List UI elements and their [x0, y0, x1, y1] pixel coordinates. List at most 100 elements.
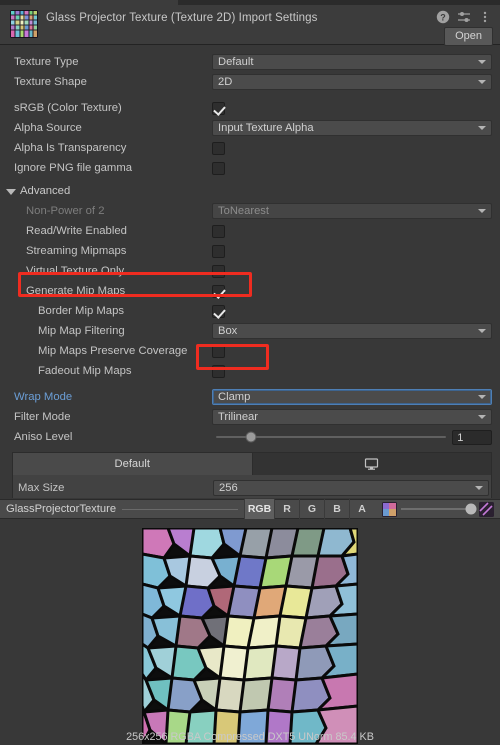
row-aniso-level: Aniso Level 1 [0, 427, 500, 447]
preview-asset-name: GlassProjectorTexture [6, 503, 117, 515]
label-texture-type: Texture Type [14, 56, 79, 68]
chevron-down-icon [475, 486, 483, 490]
row-mip-map-filtering: Mip Map Filtering Box [0, 321, 500, 341]
non-power-of-2-value: ToNearest [218, 205, 269, 217]
svg-text:?: ? [440, 12, 446, 22]
max-size-value: 256 [219, 482, 238, 494]
filter-mode-value: Trilinear [218, 411, 258, 423]
monitor-icon [365, 458, 379, 470]
mip-map-filtering-value: Box [218, 325, 238, 337]
checker-alpha-icon[interactable] [479, 501, 494, 517]
ignore-png-gamma-checkbox[interactable] [212, 161, 225, 175]
platform-tab-bar: Default [13, 453, 491, 475]
channel-rgb-button[interactable]: RGB [244, 499, 274, 519]
texture-preview-area: 256x256 RGBA Compressed DXT5 UNorm 85.4 … [0, 520, 500, 745]
chevron-down-icon [478, 329, 486, 333]
label-virtual-texture-only: Virtual Texture Only [26, 265, 125, 277]
label-wrap-mode: Wrap Mode [14, 391, 73, 403]
row-alpha-is-transparency: Alpha Is Transparency [0, 138, 500, 158]
label-filter-mode: Filter Mode [14, 411, 71, 423]
chevron-down-icon [478, 395, 486, 399]
row-fadeout-mip-maps: Fadeout Mip Maps [0, 361, 500, 381]
border-mip-maps-checkbox[interactable] [212, 304, 225, 318]
texture-type-dropdown[interactable]: Default [212, 54, 492, 70]
kebab-menu-icon[interactable] [478, 10, 492, 24]
channel-r-button[interactable]: R [274, 499, 299, 519]
channel-button-group: RGB R G B A [244, 499, 374, 519]
inspector-window: Glass Projector Texture (Texture 2D) Imp… [0, 0, 500, 745]
row-wrap-mode: Wrap Mode Clamp [0, 387, 500, 407]
row-texture-type: Texture Type Default [0, 52, 500, 72]
texture-thumbnail-icon [10, 10, 38, 38]
open-button[interactable]: Open [444, 27, 493, 46]
label-ignore-png-gamma: Ignore PNG file gamma [14, 162, 133, 174]
aniso-level-slider[interactable] [216, 431, 447, 443]
row-streaming-mipmaps: Streaming Mipmaps [0, 241, 500, 261]
chevron-down-icon [478, 80, 486, 84]
channel-a-button[interactable]: A [349, 499, 374, 519]
header-icon-group: ? [436, 10, 492, 24]
fadeout-mip-maps-checkbox[interactable] [212, 364, 225, 378]
foldout-arrow-icon [6, 188, 16, 195]
label-border-mip-maps: Border Mip Maps [38, 305, 125, 317]
toolbar-divider [122, 508, 238, 510]
aniso-level-input[interactable]: 1 [452, 429, 492, 445]
non-power-of-2-dropdown[interactable]: ToNearest [212, 203, 492, 219]
label-srgb: sRGB (Color Texture) [14, 102, 122, 114]
platform-settings-body: Max Size 256 Resize Algorithm Mitchell F… [13, 475, 491, 498]
texture-shape-dropdown[interactable]: 2D [212, 74, 492, 90]
preview-info-text: 256x256 RGBA Compressed DXT5 UNorm 85.4 … [126, 731, 374, 743]
row-mip-maps-preserve-coverage: Mip Maps Preserve Coverage [0, 341, 500, 361]
row-ignore-png-gamma: Ignore PNG file gamma [0, 158, 500, 178]
texture-shape-value: 2D [218, 76, 233, 88]
wrap-mode-dropdown[interactable]: Clamp [212, 389, 492, 405]
mip-slider-handle[interactable] [465, 503, 477, 515]
texture-type-value: Default [218, 56, 254, 68]
row-read-write-enabled: Read/Write Enabled [0, 221, 500, 241]
inspector-header: Glass Projector Texture (Texture 2D) Imp… [0, 5, 500, 46]
mip-map-filtering-dropdown[interactable]: Box [212, 323, 492, 339]
inspector-body: Texture Type Default Texture Shape 2D sR… [0, 46, 500, 498]
preset-icon[interactable] [457, 10, 471, 24]
texture-preview-image[interactable] [140, 526, 360, 745]
advanced-foldout-label: Advanced [20, 185, 71, 197]
label-aniso-level: Aniso Level [14, 431, 73, 443]
advanced-foldout[interactable]: Advanced [0, 181, 500, 201]
max-size-dropdown[interactable]: 256 [213, 480, 489, 496]
row-alpha-source: Alpha Source Input Texture Alpha [0, 118, 500, 138]
label-alpha-is-transparency: Alpha Is Transparency [14, 142, 127, 154]
label-mip-map-filtering: Mip Map Filtering [38, 325, 125, 337]
channel-g-button[interactable]: G [299, 499, 324, 519]
row-virtual-texture-only: Virtual Texture Only [0, 261, 500, 281]
tab-default-label: Default [114, 458, 150, 470]
mip-maps-preserve-coverage-checkbox[interactable] [212, 344, 225, 358]
preview-toolbar: GlassProjectorTexture RGB R G B A [0, 499, 500, 519]
chevron-down-icon [478, 415, 486, 419]
tab-default[interactable]: Default [13, 453, 253, 475]
row-max-size: Max Size 256 [13, 478, 491, 498]
wrap-mode-value: Clamp [218, 391, 251, 403]
label-streaming-mipmaps: Streaming Mipmaps [26, 245, 127, 257]
alpha-source-value: Input Texture Alpha [218, 122, 314, 134]
platform-settings-box: Default Max Size 256 [12, 452, 492, 498]
generate-mip-maps-checkbox[interactable] [212, 284, 225, 298]
row-border-mip-maps: Border Mip Maps [0, 301, 500, 321]
mip-level-slider[interactable] [401, 503, 477, 515]
filter-mode-dropdown[interactable]: Trilinear [212, 409, 492, 425]
mip-level-icon[interactable] [382, 501, 397, 517]
channel-b-button[interactable]: B [324, 499, 349, 519]
slider-handle[interactable] [245, 431, 257, 443]
help-icon[interactable]: ? [436, 10, 450, 24]
label-non-power-of-2: Non-Power of 2 [26, 205, 105, 217]
label-mip-maps-preserve-coverage: Mip Maps Preserve Coverage [38, 345, 188, 357]
read-write-enabled-checkbox[interactable] [212, 224, 225, 238]
srgb-checkbox[interactable] [212, 101, 225, 115]
row-texture-shape: Texture Shape 2D [0, 72, 500, 92]
streaming-mipmaps-checkbox[interactable] [212, 244, 225, 258]
aniso-level-slider-wrap: 1 [212, 429, 492, 445]
virtual-texture-only-checkbox[interactable] [212, 264, 225, 278]
alpha-source-dropdown[interactable]: Input Texture Alpha [212, 120, 492, 136]
label-alpha-source: Alpha Source [14, 122, 82, 134]
alpha-is-transparency-checkbox[interactable] [212, 141, 225, 155]
tab-standalone[interactable] [253, 453, 492, 475]
